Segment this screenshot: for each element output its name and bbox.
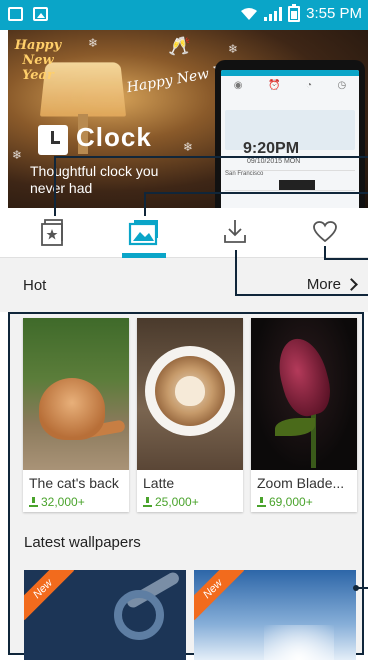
- wallpaper-image-icon: [128, 220, 158, 246]
- download-count-icon: [257, 497, 266, 507]
- clock-app-icon: [38, 125, 68, 155]
- phone-date: 09/10/2015 MON: [247, 158, 301, 165]
- callout-line-wallpapers-drop: [144, 192, 146, 216]
- tab-downloads[interactable]: [215, 214, 255, 250]
- signal-icon: [264, 6, 283, 21]
- screenshot-notification-icon: [8, 7, 23, 21]
- hot-item-card[interactable]: Zoom Blade... 69,000+: [251, 318, 357, 512]
- callout-line-themes: [54, 156, 368, 158]
- hot-item-downloads: 32,000+: [29, 495, 85, 509]
- more-label: More: [306, 276, 341, 293]
- status-bar: 3:55 PM: [0, 0, 368, 30]
- banner-app-name: Clock: [76, 122, 152, 152]
- stopwatch-tab-icon: ◔: [305, 79, 312, 91]
- hot-item-caption: The cat's back: [29, 475, 119, 491]
- image-notification-icon: [33, 7, 48, 21]
- notification-icons: [8, 7, 48, 21]
- hot-section-title: Hot: [23, 277, 47, 294]
- tab-themes[interactable]: [32, 214, 72, 250]
- download-count-icon: [29, 497, 38, 507]
- clock-tab-icon: ◉: [233, 79, 243, 91]
- callout-line-downloads-drop: [235, 250, 237, 296]
- new-badge: New: [194, 570, 245, 621]
- hot-item-thumbnail: [251, 318, 357, 470]
- timer-tab-icon: ◷: [337, 79, 347, 91]
- latest-wallpapers-title: Latest wallpapers: [24, 534, 141, 551]
- theme-book-icon: [41, 219, 63, 246]
- new-badge: New: [24, 570, 75, 621]
- phone-clock-tabs: ◉ ⏰ ◔ ◷: [221, 76, 359, 94]
- tab-favorites[interactable]: [305, 214, 345, 250]
- hot-item-card[interactable]: Latte 25,000+: [137, 318, 243, 512]
- snowflake-icon: ❄: [228, 42, 239, 56]
- status-time: 3:55 PM: [306, 5, 362, 22]
- phone-mockup: ◉ ⏰ ◔ ◷ 9:20PM 09/10/2015 MON San Franci…: [215, 60, 365, 208]
- hot-section-header: Hot More: [0, 258, 368, 312]
- snowflake-icon: ❄: [88, 36, 99, 50]
- hot-item-card[interactable]: The cat's back 32,000+: [23, 318, 129, 512]
- latest-wallpaper-card[interactable]: New: [24, 570, 186, 660]
- phone-screen: ◉ ⏰ ◔ ◷ 9:20PM 09/10/2015 MON San Franci…: [221, 70, 359, 208]
- download-icon: [224, 220, 246, 243]
- snowflake-icon: ❄: [183, 140, 194, 154]
- alarm-tab-icon: ⏰: [267, 79, 281, 91]
- battery-icon: [288, 3, 301, 22]
- hot-item-downloads: 25,000+: [143, 495, 199, 509]
- heart-icon: [313, 221, 337, 243]
- snowflake-icon: ❄: [12, 148, 23, 162]
- hot-item-downloads: 69,000+: [257, 495, 313, 509]
- chevron-right-icon: [345, 278, 358, 291]
- callout-line-wallpapers: [144, 192, 368, 194]
- phone-city-row: San Francisco: [225, 170, 355, 180]
- latest-wallpaper-card[interactable]: New: [194, 570, 356, 660]
- content-highlight-frame: The cat's back 32,000+ Latte 25,000+ Zoo…: [8, 312, 364, 660]
- hot-item-caption: Zoom Blade...: [257, 475, 345, 491]
- callout-line-themes-drop: [54, 156, 56, 216]
- wifi-icon: [241, 7, 258, 20]
- phone-city-time-chip: [279, 180, 315, 190]
- hot-item-thumbnail: [137, 318, 243, 470]
- featured-banner[interactable]: Happy New Year 🥂 Happy New Year ❄ ❄ ❄ ❄ …: [8, 30, 368, 208]
- callout-line-downloads: [235, 294, 368, 296]
- callout-line-favorites: [324, 258, 368, 260]
- hot-item-thumbnail: [23, 318, 129, 470]
- callout-dot: [353, 585, 359, 591]
- download-count-icon: [143, 497, 152, 507]
- callout-line-content: [358, 587, 368, 589]
- tab-wallpapers[interactable]: [124, 214, 164, 250]
- champagne-glasses-icon: 🥂: [168, 36, 191, 56]
- system-icons: 3:55 PM: [240, 3, 362, 22]
- more-link[interactable]: More: [306, 276, 358, 293]
- greeting-badge: Happy New Year: [14, 38, 62, 83]
- hot-item-caption: Latte: [143, 475, 175, 491]
